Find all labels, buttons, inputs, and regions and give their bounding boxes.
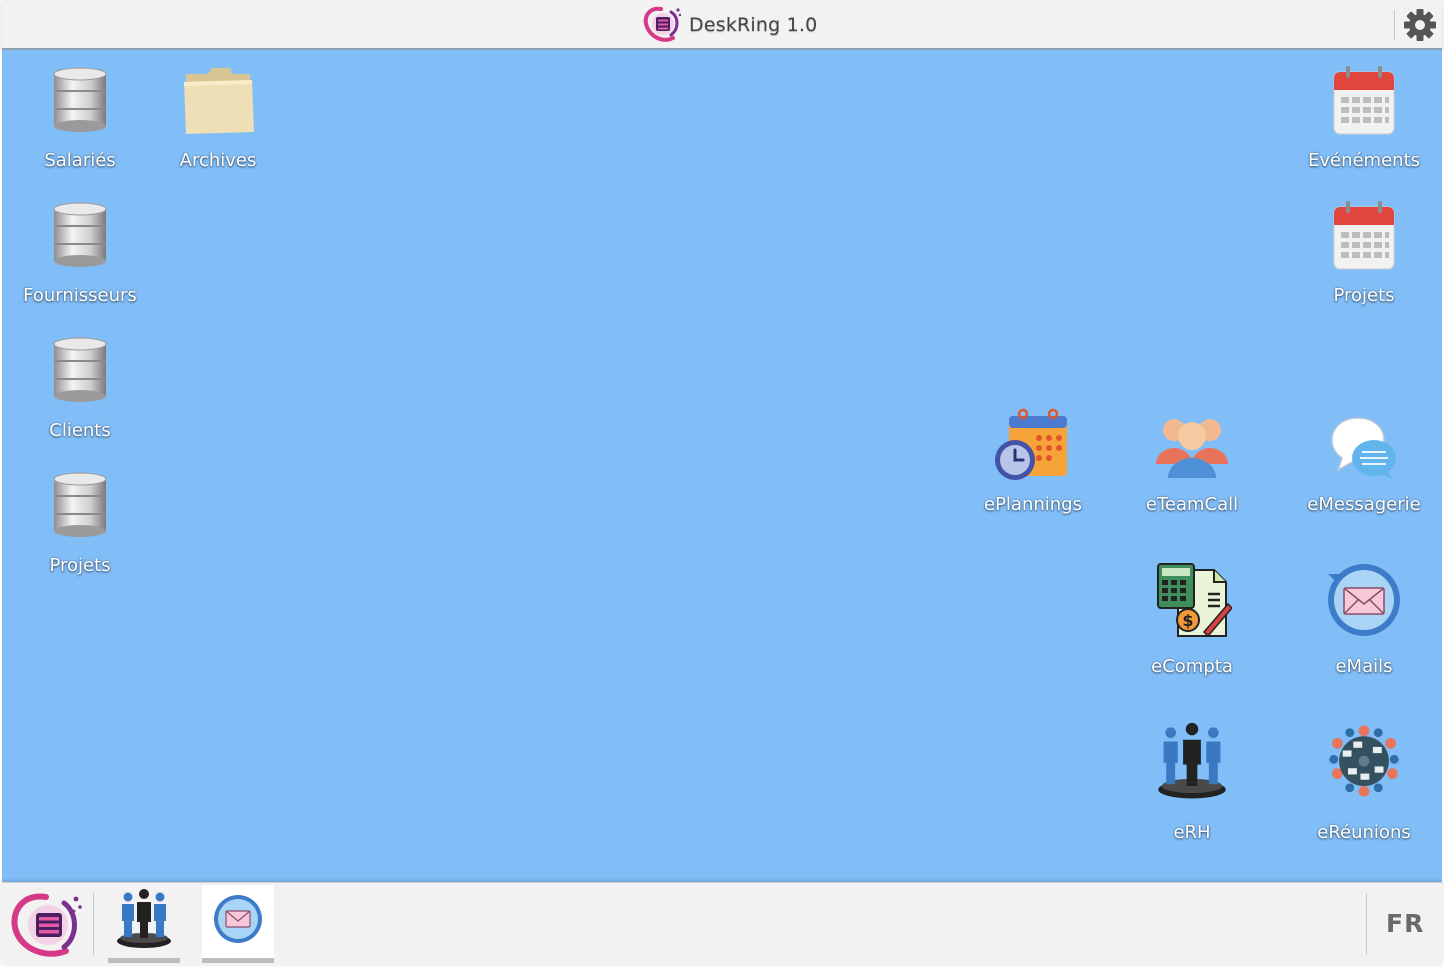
- taskbar-app-indicator: [108, 958, 180, 963]
- calendar-icon: [1333, 66, 1395, 135]
- app-icon-ereunions[interactable]: eRéunions: [1284, 722, 1444, 843]
- database-icon: [53, 67, 107, 132]
- desktop-icon-label: Salariés: [44, 150, 116, 171]
- app-icon-erh[interactable]: eRH: [1112, 722, 1272, 843]
- desktop-icon-label: Archives: [179, 150, 257, 171]
- desktop-icon-label: Projets: [1333, 285, 1395, 306]
- desktop-icon-fournisseurs[interactable]: Fournisseurs: [0, 199, 160, 319]
- database-icon: [53, 472, 107, 537]
- language-selector[interactable]: FR: [1386, 909, 1424, 938]
- desktop-icon-projets-calendar[interactable]: Projets: [1284, 199, 1444, 319]
- desktop-icon-label: Evénéments: [1307, 150, 1421, 171]
- desktop-icon-label: Clients: [49, 420, 111, 441]
- desktop-icon-label: eMails: [1335, 656, 1393, 677]
- mail-icon: [214, 895, 262, 943]
- desktop-icon-label: ePlannings: [984, 494, 1082, 515]
- app-icon-ecompta[interactable]: $ eCompta: [1112, 560, 1272, 680]
- desktop-icon-label: eRéunions: [1317, 822, 1411, 843]
- desktop-icon-projets-db[interactable]: Projets: [0, 469, 160, 589]
- team-call-icon: [1156, 419, 1228, 478]
- folder-icon: [184, 68, 254, 134]
- app-icon-emessagerie[interactable]: eMessagerie: [1284, 408, 1444, 528]
- mail-icon: [1328, 564, 1400, 636]
- app-title: DeskRing 1.0: [689, 14, 818, 36]
- app-icon-emails[interactable]: eMails: [1284, 560, 1444, 680]
- top-bar: DeskRing 1.0: [2, 0, 1442, 50]
- taskbar-app-indicator: [202, 958, 274, 963]
- desktop-icon-label: Fournisseurs: [23, 285, 137, 306]
- desktop-icon-label: eMessagerie: [1307, 494, 1421, 515]
- accounting-icon: $: [1157, 563, 1232, 638]
- desktop-icon-label: eCompta: [1151, 656, 1233, 677]
- taskbar: FR: [2, 882, 1442, 965]
- database-icon: [53, 337, 107, 402]
- gear-icon: [1404, 9, 1436, 41]
- taskbar-app-emails[interactable]: [202, 885, 274, 963]
- planning-calendar-icon: [995, 408, 1067, 480]
- chat-bubbles-icon: [1331, 417, 1396, 480]
- people-icon: [1158, 722, 1226, 799]
- meeting-table-icon: [1329, 725, 1399, 797]
- desktop: Salariés Archives Fournisseurs Clients P…: [2, 50, 1442, 882]
- desktop-icon-clients[interactable]: Clients: [0, 334, 160, 454]
- desktop-icon-archives[interactable]: Archives: [138, 64, 298, 184]
- start-button[interactable]: [8, 891, 86, 961]
- settings-divider: [1394, 10, 1395, 40]
- app-brand: DeskRing 1.0: [641, 5, 817, 45]
- taskbar-app-erh[interactable]: [108, 885, 180, 963]
- database-icon: [53, 202, 107, 267]
- taskbar-divider: [1366, 893, 1367, 955]
- calendar-icon: [1333, 201, 1395, 270]
- desktop-icon-salaries[interactable]: Salariés: [0, 64, 160, 184]
- people-icon: [117, 889, 171, 948]
- desktop-icon-label: eTeamCall: [1145, 494, 1239, 515]
- desktop-icon-label: Projets: [49, 555, 111, 576]
- deskring-logo-icon: [643, 6, 682, 42]
- svg-text:$: $: [1182, 611, 1193, 630]
- app-icon-eplannings[interactable]: ePlannings: [953, 408, 1113, 528]
- taskbar-divider: [93, 893, 94, 955]
- desktop-icon-label: eRH: [1173, 822, 1211, 843]
- desktop-icon-evenements[interactable]: Evénéments: [1284, 64, 1444, 184]
- settings-button[interactable]: [1402, 7, 1438, 43]
- deskring-logo-icon: [11, 893, 82, 957]
- app-icon-eteamcall[interactable]: eTeamCall: [1112, 408, 1272, 528]
